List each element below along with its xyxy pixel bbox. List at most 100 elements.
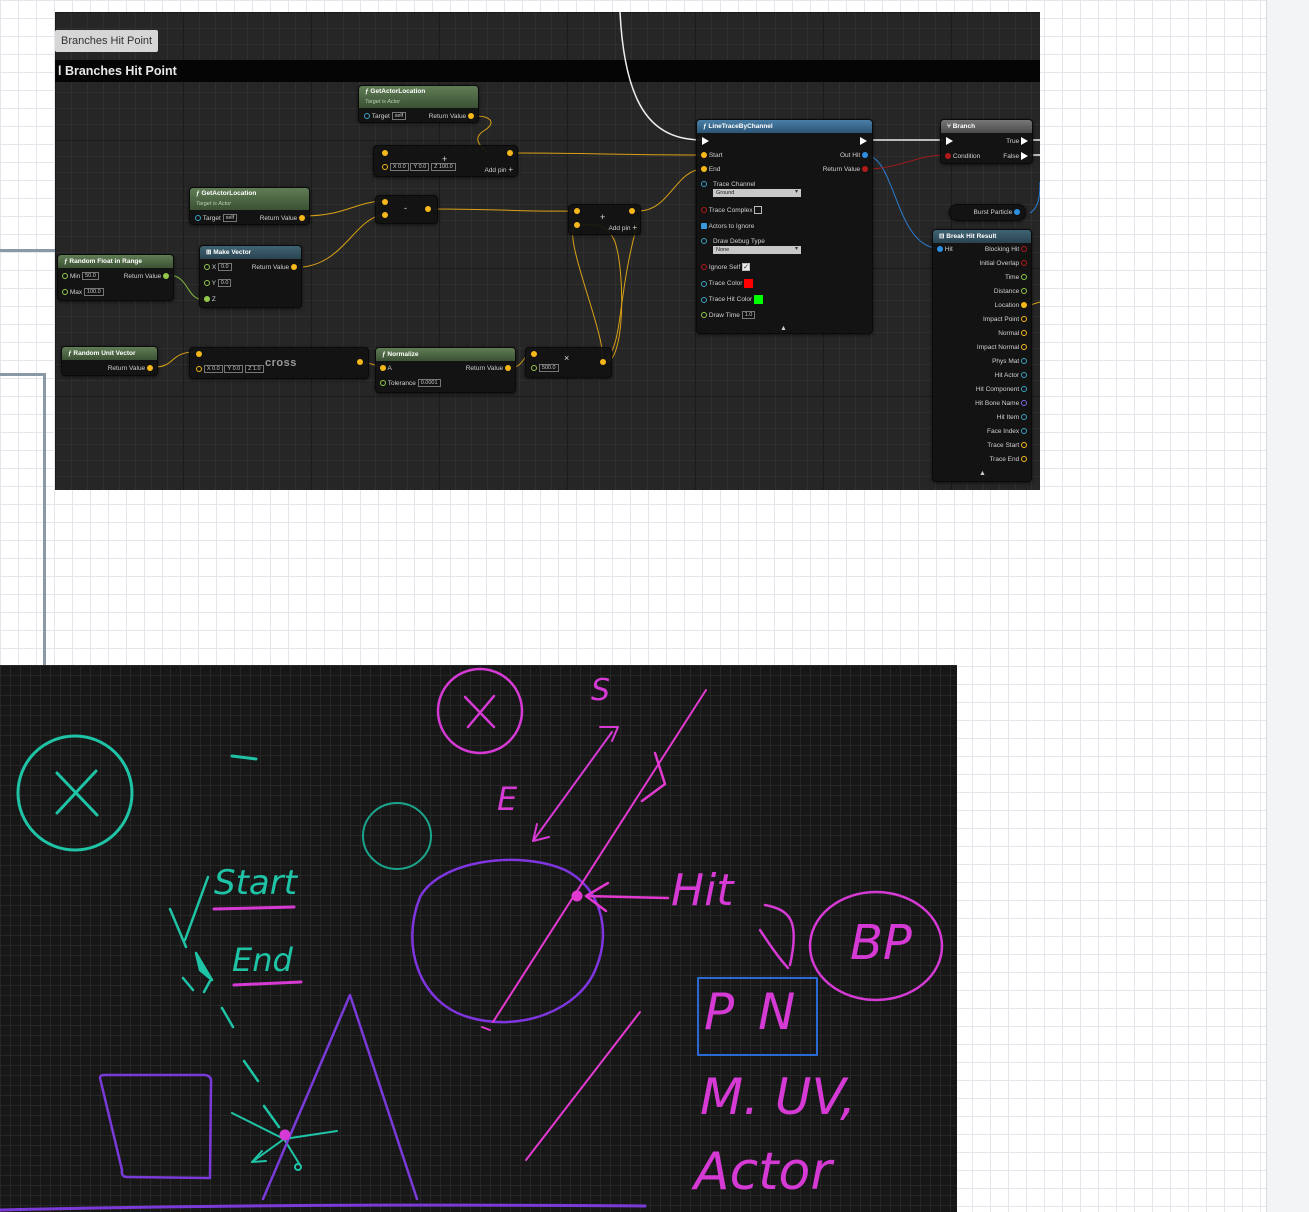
trace-channel-dropdown[interactable]: Ground [713, 188, 801, 198]
ignore-self-row[interactable]: Ignore Self ✓ [701, 263, 751, 272]
z-pin-row[interactable]: Z [204, 295, 216, 304]
color-pin-icon[interactable] [701, 280, 707, 287]
vector-pin-icon[interactable] [196, 366, 202, 373]
get-actor-location-node[interactable]: ƒ GetActorLocation Target is Actor Target… [189, 187, 310, 225]
vector-pin-icon[interactable] [505, 365, 511, 372]
struct-pin-icon[interactable] [1014, 209, 1020, 216]
output-pin-row[interactable]: Hit Item [997, 413, 1027, 422]
output-pin-row[interactable]: Hit Component [976, 385, 1027, 394]
normalize-node[interactable]: ƒ Normalize A Tolerance 0.0001 Return Va… [375, 347, 516, 393]
xyz-input-row[interactable]: X 0.0 Y 0.0 Z 100.0 [382, 163, 456, 172]
ignore-self-checkbox[interactable]: ✓ [742, 263, 751, 272]
vector-pin-icon[interactable] [574, 208, 580, 214]
output-pin-row[interactable]: Impact Normal [977, 343, 1027, 352]
return-value-pin-row[interactable]: Return Value [124, 272, 169, 281]
output-pin-row[interactable]: Blocking Hit [985, 245, 1027, 254]
vector-pin-icon[interactable] [299, 215, 305, 222]
burst-particle-node[interactable]: Burst Particle [949, 204, 1026, 221]
vector-pin-icon[interactable] [531, 351, 537, 357]
trace-channel-row[interactable]: Trace Channel [701, 180, 755, 189]
color-pin-icon[interactable] [701, 296, 707, 303]
vector-pin-icon[interactable] [147, 365, 153, 372]
output-pin-row[interactable]: Time [1005, 273, 1027, 282]
random-float-in-range-node[interactable]: ƒ Random Float in Range Min 50.0 Max 100… [57, 254, 174, 301]
trace-color-swatch[interactable] [744, 279, 754, 288]
float-pin-icon[interactable] [163, 273, 169, 280]
vector-pin-icon[interactable] [382, 212, 388, 218]
vector-pin-icon[interactable] [382, 199, 388, 205]
cross-product-node[interactable]: cross X 0.0 Y 0.0 Z 1.0 [189, 347, 369, 379]
return-value-pin-row[interactable]: Return Value [108, 364, 153, 373]
collapse-arrow-icon[interactable]: ▲ [979, 470, 986, 477]
vector-pin-icon[interactable] [574, 222, 580, 228]
bool-pin-icon[interactable] [862, 166, 868, 173]
struct-pin-icon[interactable] [862, 152, 868, 159]
y-pin-row[interactable]: Y 0.0 [204, 279, 232, 288]
x-pin-row[interactable]: X 0.0 [204, 263, 232, 272]
output-pin-row[interactable]: Face Index [987, 427, 1027, 436]
add-pin-button[interactable]: Add pin + [608, 223, 637, 232]
return-value-pin-row[interactable]: Return Value [252, 263, 297, 272]
output-pin-row[interactable]: Impact Point [983, 315, 1027, 324]
trace-hit-color-swatch[interactable] [753, 295, 763, 304]
add-node[interactable]: + Add pin + [568, 204, 641, 235]
output-pin-row[interactable]: Hit Bone Name [975, 399, 1027, 408]
out-hit-pin-row[interactable]: Out Hit [840, 151, 868, 160]
exec-in-pin-icon[interactable] [702, 137, 709, 145]
true-pin-row[interactable]: True [1006, 137, 1028, 146]
output-pin-row[interactable]: Trace End [989, 455, 1027, 464]
output-pin-row[interactable]: Distance [994, 287, 1027, 296]
target-pin-row[interactable]: Target self [364, 112, 407, 121]
draw-time-row[interactable]: Draw Time 1.0 [701, 311, 756, 320]
random-unit-vector-node[interactable]: ƒ Random Unit Vector Return Value [61, 346, 158, 376]
collapse-arrow-icon[interactable]: ▲ [780, 325, 787, 332]
return-value-pin-row[interactable]: Return Value [466, 364, 511, 373]
min-pin-row[interactable]: Min 50.0 [62, 272, 99, 281]
float-pin-icon[interactable] [62, 289, 68, 296]
enum-pin-icon[interactable] [701, 181, 707, 188]
multiply-node[interactable]: × 500.0 [525, 347, 612, 378]
a-pin-row[interactable]: A [380, 364, 392, 373]
tolerance-pin-row[interactable]: Tolerance 0.0001 [380, 379, 441, 388]
vector-pin-icon[interactable] [196, 351, 202, 357]
trace-complex-checkbox[interactable] [754, 206, 763, 215]
float-pin-icon[interactable] [62, 273, 68, 280]
hit-input-pin-row[interactable]: Hit [937, 245, 953, 254]
vector-pin-icon[interactable] [701, 152, 707, 159]
vector-pin-icon[interactable] [468, 113, 474, 120]
target-pin-row[interactable]: Target self [195, 214, 238, 223]
output-pin-row[interactable]: Location [995, 301, 1027, 310]
false-pin-row[interactable]: False [1003, 152, 1028, 161]
vector-output-pin-icon[interactable] [357, 359, 363, 365]
vector-pin-icon[interactable] [382, 164, 388, 171]
vector-output-pin-icon[interactable] [425, 206, 431, 212]
vector-pin-icon[interactable] [380, 365, 386, 372]
return-value-pin-row[interactable]: Return Value [823, 165, 868, 174]
vector-pin-icon[interactable] [291, 264, 297, 271]
end-pin-row[interactable]: End [701, 165, 720, 174]
draw-debug-type-dropdown[interactable]: None [713, 245, 801, 255]
trace-color-row[interactable]: Trace Color [701, 279, 754, 288]
target-pin-icon[interactable] [195, 215, 201, 222]
float-pin-icon[interactable] [701, 312, 707, 319]
exec-out-pin-icon[interactable] [1021, 152, 1028, 161]
bool-pin-icon[interactable] [701, 264, 707, 271]
exec-out-pin-icon[interactable] [860, 137, 867, 145]
array-pin-icon[interactable] [701, 223, 707, 230]
output-pin-row[interactable]: Normal [998, 329, 1027, 338]
vector-pin-icon[interactable] [701, 166, 707, 173]
float-pin-icon[interactable] [380, 380, 386, 387]
output-pin-row[interactable]: Trace Start [987, 441, 1027, 450]
add-pin-button[interactable]: Add pin + [484, 165, 513, 174]
subtract-node[interactable]: - [375, 195, 438, 224]
float-pin-icon[interactable] [204, 296, 210, 303]
float-pin-icon[interactable] [531, 365, 537, 372]
add-vector-node[interactable]: + X 0.0 Y 0.0 Z 100.0 Add pin + [373, 145, 518, 177]
target-pin-icon[interactable] [364, 113, 370, 120]
return-value-pin-row[interactable]: Return Value [260, 214, 305, 223]
bool-pin-icon[interactable] [945, 153, 951, 160]
output-pin-row[interactable]: Initial Overlap [979, 259, 1027, 268]
break-hit-result-node[interactable]: ⊟ Break Hit Result Hit Blocking Hit Init… [932, 229, 1032, 482]
get-actor-location-node[interactable]: ƒ GetActorLocation Target is Actor Target… [358, 85, 479, 123]
line-trace-by-channel-node[interactable]: ƒ LineTraceByChannel Start End Out Hit R… [696, 119, 873, 334]
